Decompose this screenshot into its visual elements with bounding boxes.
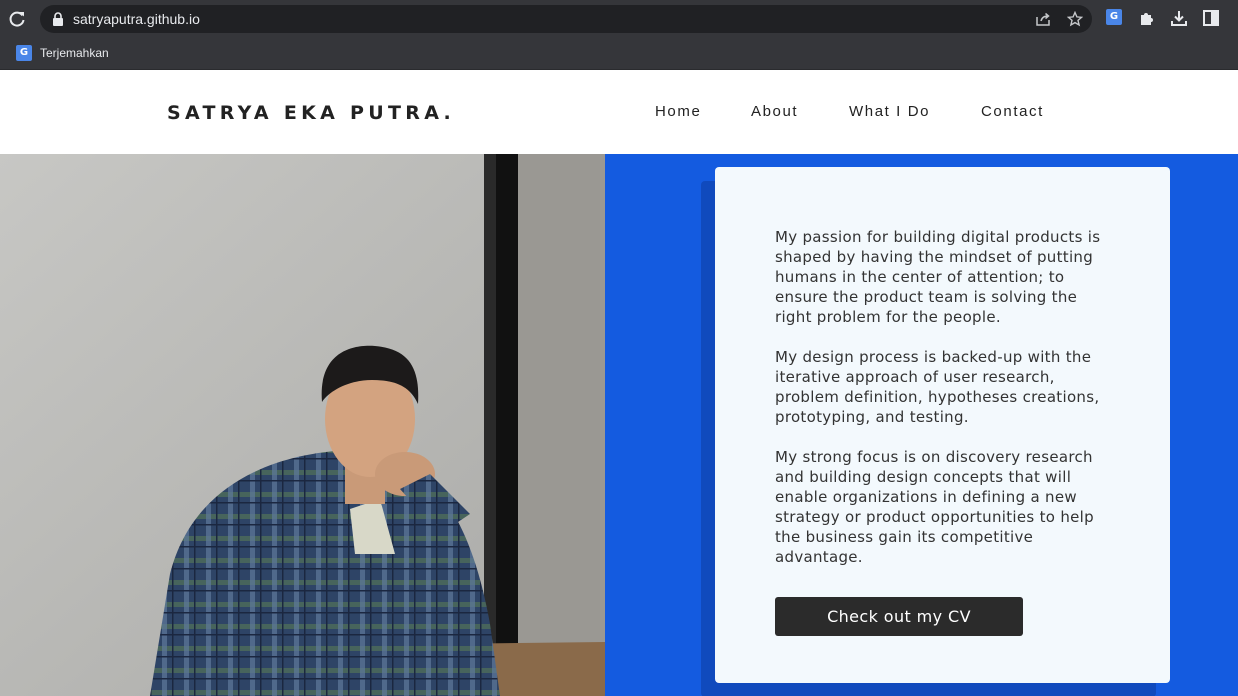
bookmarks-bar: G Terjemahkan xyxy=(0,38,1238,70)
profile-photo xyxy=(0,154,605,696)
download-icon[interactable] xyxy=(1170,9,1188,27)
star-icon[interactable] xyxy=(1067,11,1083,27)
about-paragraph: My design process is backed-up with the … xyxy=(775,348,1100,426)
url-text[interactable]: satryaputra.github.io xyxy=(73,11,200,27)
site-header: SATRYA EKA PUTRA. Home About What I Do C… xyxy=(0,70,1238,154)
browser-toolbar: satryaputra.github.io G xyxy=(0,0,1238,38)
address-bar[interactable]: satryaputra.github.io xyxy=(40,5,1092,33)
about-paragraph: My passion for building digital products… xyxy=(775,228,1101,326)
cv-button[interactable]: Check out my CV xyxy=(775,597,1023,636)
google-translate-icon[interactable]: G xyxy=(1106,9,1122,25)
about-paragraph: My strong focus is on discovery research… xyxy=(775,448,1094,566)
lock-icon[interactable] xyxy=(52,12,64,26)
nav-what-i-do[interactable]: What I Do xyxy=(849,103,930,120)
nav-home[interactable]: Home xyxy=(655,103,701,120)
site-logo[interactable]: SATRYA EKA PUTRA. xyxy=(167,102,455,124)
reload-icon[interactable] xyxy=(7,9,27,29)
nav-about[interactable]: About xyxy=(751,103,798,120)
google-translate-icon: G xyxy=(16,45,32,61)
extensions-icon[interactable] xyxy=(1138,9,1156,27)
side-panel-icon[interactable] xyxy=(1202,9,1220,27)
share-icon[interactable] xyxy=(1035,11,1051,27)
bookmark-label: Terjemahkan xyxy=(40,46,109,60)
nav-contact[interactable]: Contact xyxy=(981,103,1044,120)
bookmark-terjemahkan[interactable]: G Terjemahkan xyxy=(16,44,109,62)
